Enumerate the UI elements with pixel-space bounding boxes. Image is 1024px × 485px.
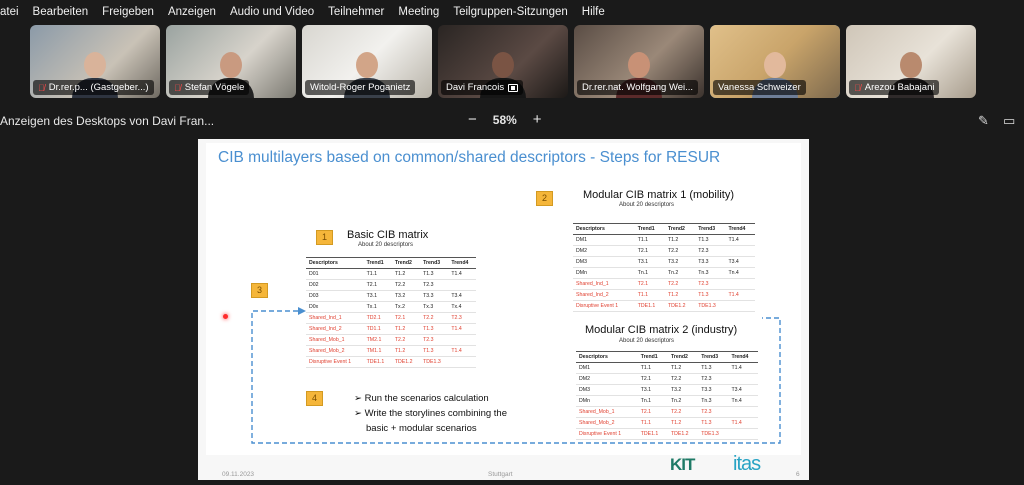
kit-logo: KIT [670,455,695,474]
bullet-run-calculation: Run the scenarios calculation [354,391,507,406]
menu-meeting[interactable]: Meeting [398,6,439,18]
participant-strip: 🎙̸ Dr.rer.p... (Gastgeber...) 🎙̸ Stefan Vö… [30,25,976,98]
participant-name-tag: Vanessa Schweizer [713,80,806,95]
bullet-write-storylines-cont: basic + modular scenarios [366,423,477,434]
menu-bar: atei Bearbeiten Freigeben Anzeigen Audio… [0,0,1024,24]
share-toolbar: Anzeigen des Desktops von Davi Fran... −… [0,112,1024,132]
zoom-in-button[interactable]: + [533,112,542,128]
participant-tile[interactable]: 🎙̸ Stefan Vögele [166,25,296,98]
participant-name-tag: 🎙̸ Stefan Vögele [169,80,250,95]
itas-logo: itas [733,453,761,475]
menu-breakout-rooms[interactable]: Teilgruppen-Sitzungen [453,6,567,18]
participant-name-tag: Davi Francois [441,80,524,95]
menu-file[interactable]: atei [0,6,19,18]
menu-share[interactable]: Freigeben [102,6,154,18]
zoom-level: 58% [492,113,517,127]
step-4-badge: 4 [306,391,323,406]
menu-participants[interactable]: Teilnehmer [328,6,384,18]
participant-tile[interactable]: Dr.rer.nat. Wolfgang Wei... [574,25,704,98]
menu-edit[interactable]: Bearbeiten [33,6,89,18]
menu-audio-video[interactable]: Audio und Video [230,6,314,18]
slide-canvas: CIB multilayers based on common/shared d… [206,143,801,455]
participant-name-tag: 🎙̸ Arezou Babajani [849,80,940,95]
mic-muted-icon: 🎙̸ [854,82,861,93]
slide-footer-date: 09.11.2023 [222,471,255,478]
mic-muted-icon: 🎙̸ [174,82,181,93]
participant-tile[interactable]: 🎙̸ Arezou Babajani [846,25,976,98]
participant-name-tag: Dr.rer.nat. Wolfgang Wei... [577,80,699,95]
pen-annotate-icon[interactable]: ✎ [978,113,989,129]
participant-tile[interactable]: Witold-Roger Poganietz [302,25,432,98]
screen-share-icon [508,83,519,92]
participant-name-tag: Witold-Roger Poganietz [305,80,416,95]
participant-tile-active-speaker[interactable]: Vanessa Schweizer [710,25,840,98]
participant-name-tag: 🎙̸ Dr.rer.p... (Gastgeber...) [33,80,154,95]
menu-help[interactable]: Hilfe [582,6,605,18]
bullet-write-storylines: Write the storylines combining the [354,406,507,421]
menu-view[interactable]: Anzeigen [168,6,216,18]
laser-pointer [223,314,228,319]
slide-footer-place: Stuttgart [488,471,513,478]
step-4-bullets: Run the scenarios calculation Write the … [354,391,507,436]
mic-muted-icon: 🎙̸ [38,82,45,93]
chat-icon[interactable]: ▭ [1003,113,1015,129]
zoom-out-button[interactable]: − [468,112,477,128]
zoom-controls: − 58% + [468,112,542,128]
shared-slide: CIB multilayers based on common/shared d… [198,139,809,480]
participant-tile[interactable]: Davi Francois [438,25,568,98]
participant-tile[interactable]: 🎙̸ Dr.rer.p... (Gastgeber...) [30,25,160,98]
slide-page-number: 6 [796,471,800,478]
share-title: Anzeigen des Desktops von Davi Fran... [0,114,215,128]
